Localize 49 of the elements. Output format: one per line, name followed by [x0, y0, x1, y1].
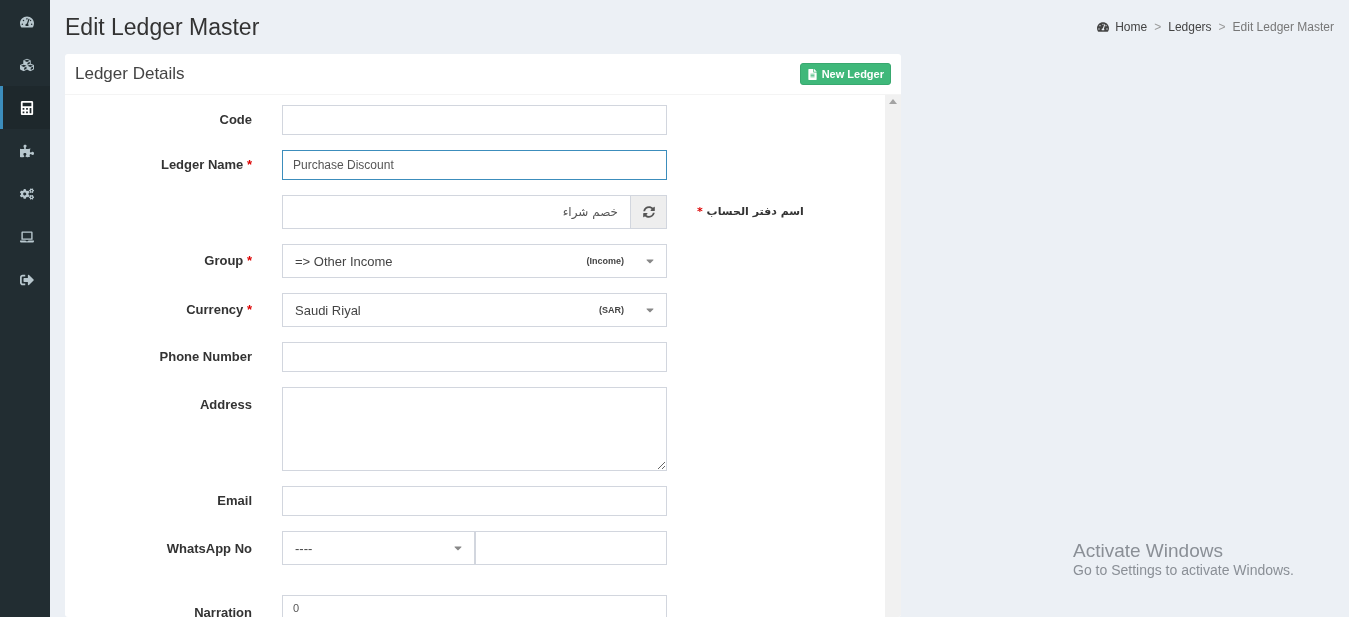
field-label: Group * — [203, 252, 252, 268]
field-label: Currency * — [185, 301, 252, 317]
gauge-icon — [1097, 21, 1110, 33]
laptop-icon — [19, 229, 34, 244]
field-label: Narration — [193, 604, 252, 617]
activation-title: Activate Windows — [1073, 540, 1224, 562]
text-field[interactable] — [282, 105, 667, 135]
required-mark: * — [246, 302, 252, 317]
field-label: Code — [218, 111, 252, 127]
breadcrumb-separator: > — [1154, 20, 1162, 34]
field-label: Ledger Name * — [159, 156, 252, 172]
address-field[interactable] — [282, 387, 667, 471]
select-tag: (SAR) — [599, 305, 624, 315]
field-label: WhatsApp No — [165, 540, 252, 556]
puzzle-icon — [19, 143, 34, 158]
select-tag: (Income) — [586, 256, 624, 266]
breadcrumb-link[interactable]: Ledgers — [1168, 20, 1212, 34]
file-icon — [806, 68, 818, 80]
field-label: Email — [216, 492, 252, 508]
select-field[interactable]: Saudi Riyal (SAR) — [282, 293, 667, 327]
breadcrumb-current: Edit Ledger Master — [1232, 20, 1334, 34]
required-mark: * — [246, 157, 252, 172]
country-code-select[interactable]: ---- — [282, 531, 475, 565]
activation-subtitle: Go to Settings to activate Windows. — [1073, 562, 1294, 578]
text-field[interactable] — [282, 486, 667, 516]
gears-icon — [19, 186, 34, 201]
arabic-name-field[interactable]: خصم شراء — [282, 195, 630, 229]
exit-icon — [19, 272, 34, 287]
required-mark: * — [246, 253, 252, 268]
field-label: Address — [198, 396, 252, 412]
text-field[interactable] — [282, 342, 667, 372]
card-title: Ledger Details — [75, 64, 185, 84]
narration-field[interactable]: 0 — [282, 595, 667, 617]
breadcrumb-separator: > — [1218, 20, 1226, 34]
select-field[interactable]: => Other Income (Income) — [282, 244, 667, 278]
cubes-icon — [19, 57, 34, 72]
breadcrumb-link[interactable]: Home — [1097, 20, 1148, 34]
field-label: * اسم دفتر الحساب — [697, 204, 804, 218]
refresh-button[interactable] — [630, 195, 667, 229]
page-title: Edit Ledger Master — [65, 13, 260, 41]
refresh-icon — [642, 206, 655, 218]
calculator-icon — [19, 100, 34, 115]
required-mark: * — [697, 205, 703, 218]
scrollbar[interactable] — [885, 95, 901, 617]
text-field[interactable]: Purchase Discount — [282, 150, 667, 180]
gauge-icon — [19, 14, 34, 29]
field-label: Phone Number — [158, 348, 252, 364]
phone-field[interactable] — [475, 531, 667, 565]
sidebar-item[interactable] — [0, 86, 50, 129]
